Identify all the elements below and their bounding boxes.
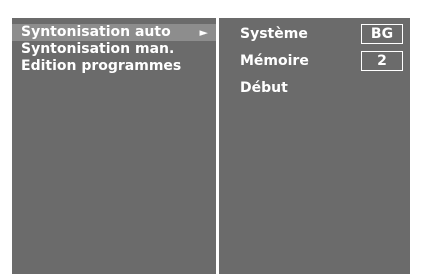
memoire-value[interactable]: 2	[361, 51, 403, 71]
debut-item[interactable]: Début	[240, 80, 288, 97]
submenu-panel: Système BG Mémoire 2 Début	[219, 18, 410, 274]
menu-item-label: Edition programmes	[21, 58, 182, 74]
arrow-right-icon: ►	[199, 26, 208, 39]
menu-item-edition-programmes[interactable]: Edition programmes	[12, 58, 216, 75]
osd-menu-screen: Syntonisation auto ► Syntonisation man. …	[12, 18, 410, 274]
menu-item-label: Syntonisation auto	[21, 24, 171, 40]
systeme-value[interactable]: BG	[361, 24, 403, 44]
menu-item-syntonisation-man[interactable]: Syntonisation man.	[12, 41, 216, 58]
memoire-label[interactable]: Mémoire	[240, 53, 309, 70]
menu-item-label: Syntonisation man.	[21, 41, 175, 57]
menu-item-syntonisation-auto[interactable]: Syntonisation auto ►	[12, 24, 216, 41]
main-menu-list: Syntonisation auto ► Syntonisation man. …	[12, 24, 216, 75]
systeme-label[interactable]: Système	[240, 26, 308, 43]
